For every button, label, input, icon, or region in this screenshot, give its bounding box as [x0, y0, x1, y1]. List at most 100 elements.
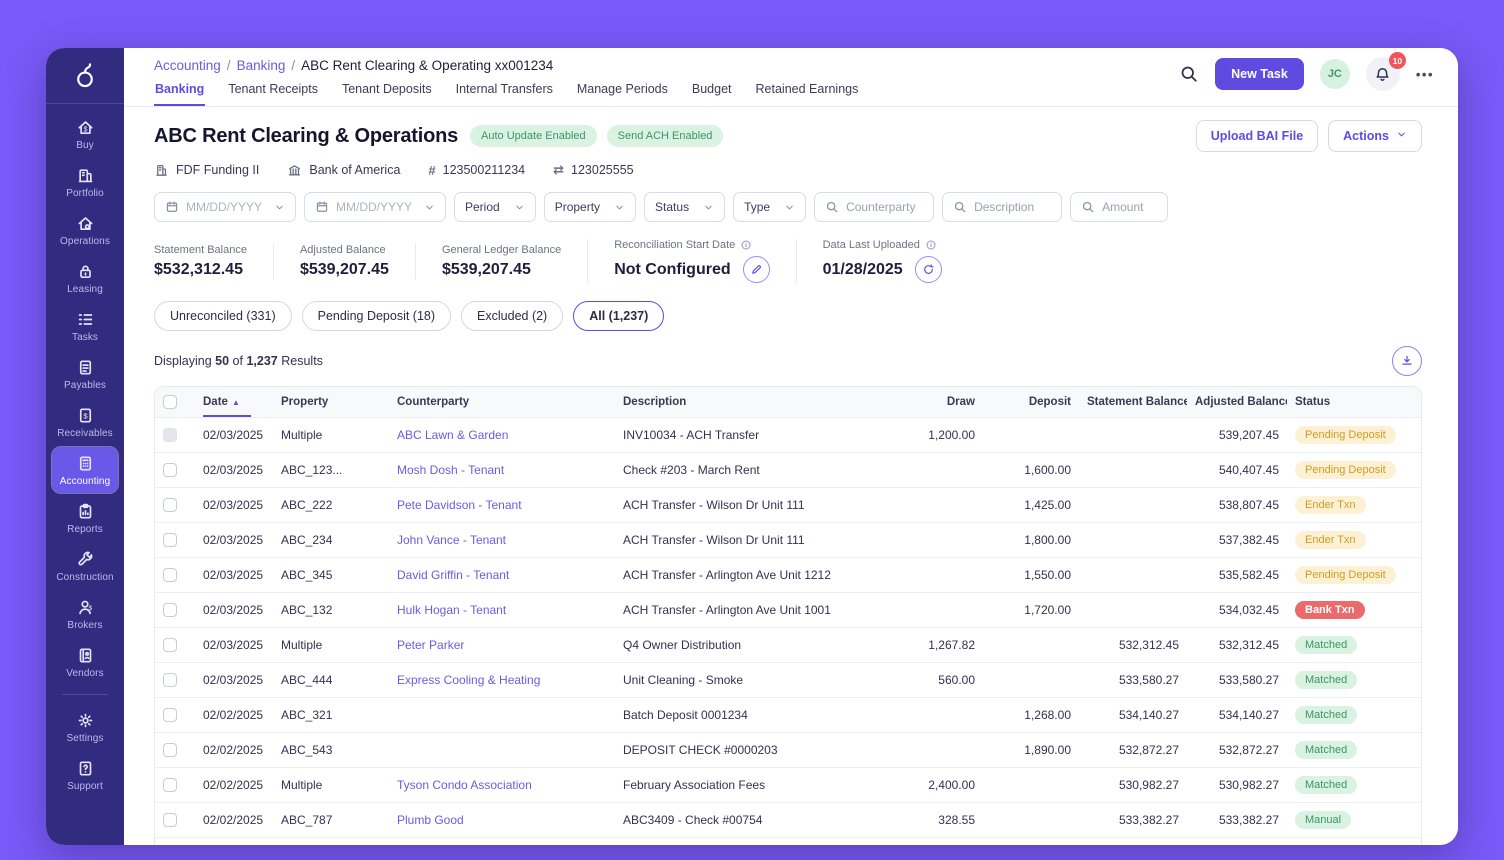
- filter-counterparty[interactable]: Counterparty: [814, 192, 934, 222]
- pill-excluded[interactable]: Excluded (2): [461, 301, 563, 331]
- counterparty-link[interactable]: Mosh Dosh - Tenant: [397, 463, 504, 477]
- svg-text:$: $: [83, 126, 87, 134]
- search-icon[interactable]: [1179, 64, 1199, 84]
- date-placeholder: MM/DD/YYYY: [336, 200, 412, 214]
- chevron-down-icon: [614, 202, 625, 213]
- pill-unreconciled[interactable]: Unreconciled (331): [154, 301, 292, 331]
- column-header-property[interactable]: Property: [273, 387, 389, 418]
- status-badge: Pending Deposit: [1295, 426, 1396, 444]
- tab-banking[interactable]: Banking: [154, 80, 205, 106]
- column-header-deposit[interactable]: Deposit: [983, 387, 1079, 418]
- sidebar-item-payables[interactable]: Payables: [52, 351, 118, 397]
- breadcrumb-item[interactable]: Banking: [237, 58, 286, 73]
- tab-budget[interactable]: Budget: [691, 80, 733, 106]
- sidebar-item-tasks[interactable]: Tasks: [52, 303, 118, 349]
- new-task-button[interactable]: New Task: [1215, 58, 1304, 90]
- notifications-button[interactable]: 10: [1366, 57, 1400, 91]
- avatar[interactable]: JC: [1320, 59, 1350, 89]
- filter-property[interactable]: Property: [544, 192, 636, 222]
- filter-period[interactable]: Period: [454, 192, 536, 222]
- tab-retained-earnings[interactable]: Retained Earnings: [755, 80, 860, 106]
- entity-text: FDF Funding II: [176, 163, 259, 177]
- download-button[interactable]: [1392, 346, 1422, 376]
- adjusted-balance-cell: 532,312.45: [1187, 628, 1287, 663]
- sidebar-item-support[interactable]: Support: [52, 752, 118, 798]
- select-label: Property: [555, 200, 600, 214]
- refresh-button[interactable]: [915, 256, 942, 283]
- row-checkbox[interactable]: [163, 638, 177, 652]
- sidebar-item-receivables[interactable]: $Receivables: [52, 399, 118, 445]
- more-menu-button[interactable]: •••: [1416, 67, 1434, 82]
- column-header-status[interactable]: Status: [1287, 387, 1405, 418]
- edit-button[interactable]: [743, 256, 770, 283]
- counterparty-link[interactable]: Tyson Condo Association: [397, 778, 532, 792]
- upload-bai-file-button[interactable]: Upload BAI File: [1196, 120, 1318, 152]
- pill-all[interactable]: All (1,237): [573, 301, 664, 331]
- column-header-counterparty[interactable]: Counterparty: [389, 387, 615, 418]
- logo-icon: [70, 61, 100, 91]
- sidebar-item-reports[interactable]: Reports: [52, 495, 118, 541]
- row-checkbox[interactable]: [163, 813, 177, 827]
- counterparty-link[interactable]: Hulk Hogan - Tenant: [397, 603, 506, 617]
- row-checkbox[interactable]: [163, 498, 177, 512]
- sidebar-item-portfolio[interactable]: Portfolio: [52, 159, 118, 205]
- property-cell: ABC_321: [273, 698, 389, 733]
- sidebar-item-settings[interactable]: Settings: [52, 704, 118, 750]
- table-row: 02/03/2025ABC_132Hulk Hogan - TenantACH …: [155, 593, 1422, 628]
- tab-tenant-deposits[interactable]: Tenant Deposits: [341, 80, 433, 106]
- row-checkbox[interactable]: [163, 603, 177, 617]
- row-checkbox[interactable]: [163, 673, 177, 687]
- counterparty-link[interactable]: ABC Lawn & Garden: [397, 428, 508, 442]
- statement-balance-cell: 533,580.27: [1079, 663, 1187, 698]
- counterparty-link[interactable]: Plumb Good: [397, 813, 464, 827]
- counterparty-link[interactable]: Peter Parker: [397, 638, 464, 652]
- select-all-checkbox[interactable]: [163, 395, 177, 409]
- breadcrumb-separator: /: [291, 58, 295, 73]
- summary-label-text: Reconciliation Start Date: [614, 239, 735, 251]
- entity-item: FDF Funding II: [154, 163, 259, 178]
- column-header-date[interactable]: Date▲: [195, 387, 273, 418]
- filter-end-date[interactable]: MM/DD/YYYY: [304, 192, 446, 222]
- filter-start-date[interactable]: MM/DD/YYYY: [154, 192, 296, 222]
- row-checkbox[interactable]: [163, 533, 177, 547]
- counterparty-link[interactable]: David Griffin - Tenant: [397, 568, 509, 582]
- pill-pending-deposit[interactable]: Pending Deposit (18): [302, 301, 451, 331]
- sidebar-item-operations[interactable]: Operations: [52, 207, 118, 253]
- counterparty-link[interactable]: John Vance - Tenant: [397, 533, 506, 547]
- sidebar-item-vendors[interactable]: Vendors: [52, 639, 118, 685]
- sidebar-item-brokers[interactable]: $Brokers: [52, 591, 118, 637]
- filter-description[interactable]: Description: [942, 192, 1062, 222]
- column-header-statement-balance[interactable]: Statement Balance: [1079, 387, 1187, 418]
- status-badge: Bank Txn: [1295, 601, 1365, 619]
- sidebar-item-buy[interactable]: $Buy: [52, 111, 118, 157]
- column-header-adjusted-balance[interactable]: Adjusted Balance: [1187, 387, 1287, 418]
- column-header-draw[interactable]: Draw: [883, 387, 983, 418]
- tab-internal-transfers[interactable]: Internal Transfers: [455, 80, 554, 106]
- counterparty-link[interactable]: Pete Davidson - Tenant: [397, 498, 522, 512]
- row-checkbox[interactable]: [163, 463, 177, 477]
- search-icon: [1081, 200, 1095, 214]
- tab-tenant-receipts[interactable]: Tenant Receipts: [227, 80, 319, 106]
- sidebar-item-leasing[interactable]: Leasing: [52, 255, 118, 301]
- row-checkbox[interactable]: [163, 778, 177, 792]
- date-cell: 02/02/2025: [195, 838, 273, 846]
- tasks-icon: [76, 310, 95, 329]
- date-placeholder: MM/DD/YYYY: [186, 200, 262, 214]
- property-cell: ABC_234: [273, 523, 389, 558]
- row-checkbox[interactable]: [163, 568, 177, 582]
- filter-type[interactable]: Type: [733, 192, 806, 222]
- column-header-description[interactable]: Description: [615, 387, 883, 418]
- sidebar-item-construction[interactable]: Construction: [52, 543, 118, 589]
- sidebar-item-accounting[interactable]: Accounting: [52, 447, 118, 493]
- breadcrumb-item[interactable]: Accounting: [154, 58, 221, 73]
- filter-amount[interactable]: Amount: [1070, 192, 1168, 222]
- row-checkbox[interactable]: [163, 708, 177, 722]
- counterparty-link[interactable]: Express Cooling & Heating: [397, 673, 540, 687]
- sidebar-item-label: Vendors: [66, 668, 103, 679]
- actions-button[interactable]: Actions: [1328, 120, 1422, 152]
- filter-status[interactable]: Status: [644, 192, 725, 222]
- counterparty-cell: John Vance - Tenant: [389, 523, 615, 558]
- tab-manage-periods[interactable]: Manage Periods: [576, 80, 669, 106]
- row-checkbox[interactable]: [163, 743, 177, 757]
- description-cell: DEPOSIT CHECK #0000203: [615, 733, 883, 768]
